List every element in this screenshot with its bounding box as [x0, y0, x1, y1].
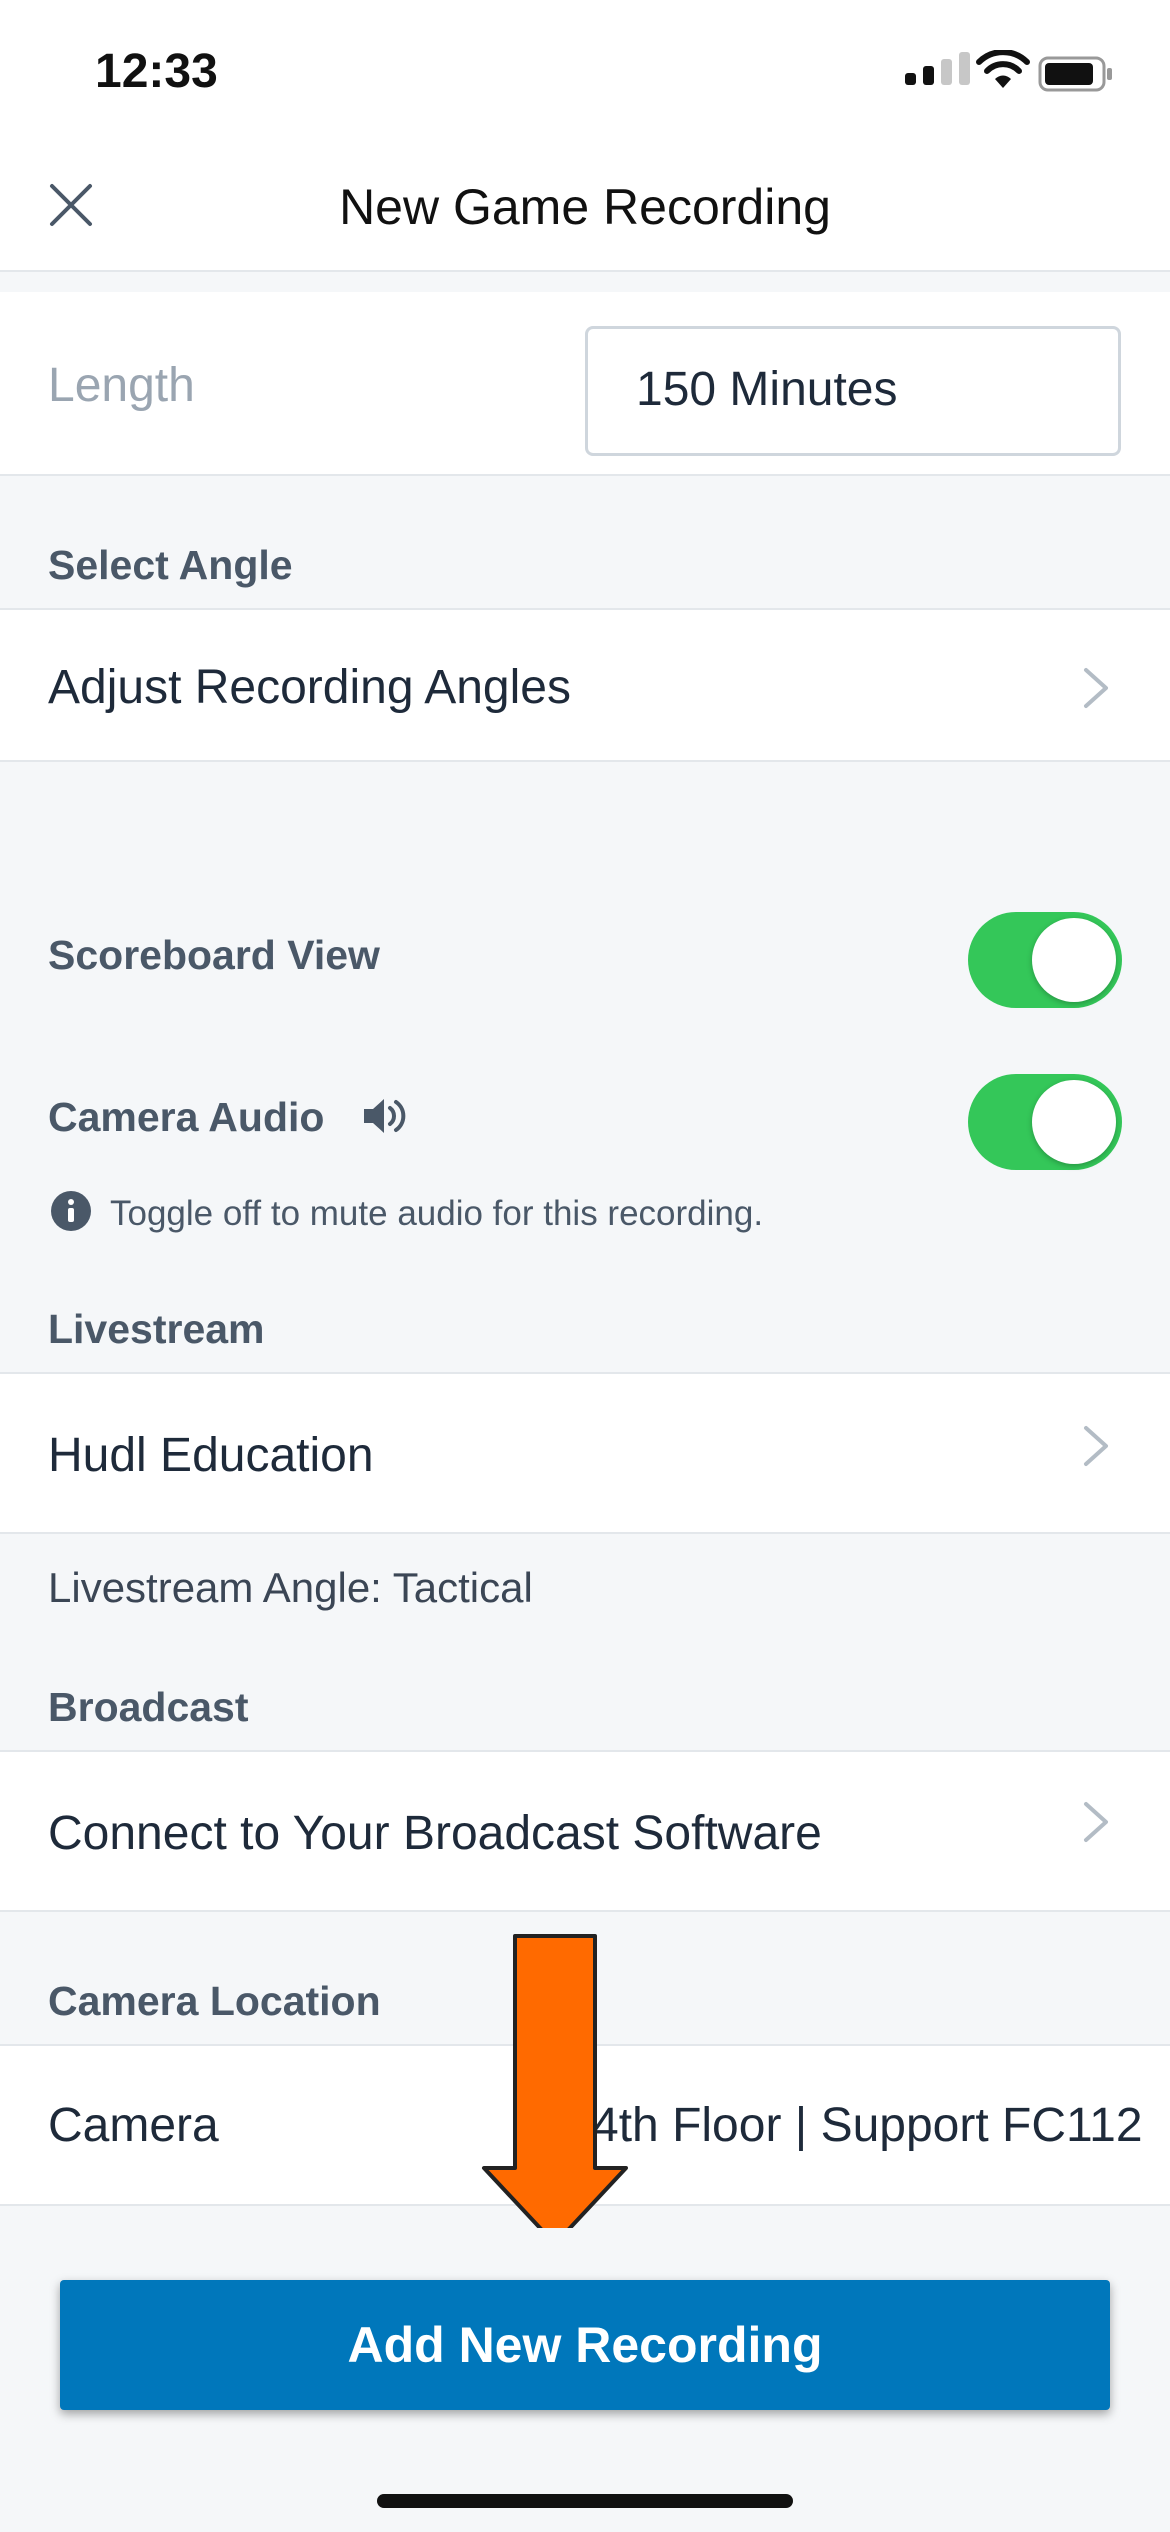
broadcast-header: Broadcast	[48, 1684, 249, 1730]
scoreboard-view-label: Scoreboard View	[48, 932, 380, 978]
camera-audio-toggle[interactable]	[968, 1074, 1122, 1170]
camera-audio-label: Camera Audio	[48, 1094, 325, 1140]
livestream-angle-text: Livestream Angle: Tactical	[48, 1564, 533, 1611]
wifi-icon	[976, 50, 1030, 88]
cellular-signal-icon	[905, 52, 970, 85]
select-angle-header: Select Angle	[48, 542, 293, 588]
page-title: New Game Recording	[339, 179, 831, 235]
camera-label: Camera	[48, 2099, 219, 2152]
info-icon	[51, 1191, 91, 1231]
livestream-label: Hudl Education	[48, 1429, 374, 1482]
speaker-icon	[364, 1099, 406, 1133]
home-indicator	[377, 2494, 793, 2508]
chevron-right-icon	[1084, 1426, 1108, 1466]
length-label: Length	[48, 359, 195, 412]
battery-icon	[1038, 56, 1112, 92]
add-new-recording-button[interactable]: Add New Recording	[60, 2280, 1110, 2410]
broadcast-software-label: Connect to Your Broadcast Software	[48, 1807, 822, 1860]
chevron-right-icon	[1084, 668, 1108, 708]
status-time: 12:33	[95, 45, 218, 98]
livestream-header: Livestream	[48, 1306, 265, 1352]
camera-audio-hint: Toggle off to mute audio for this record…	[110, 1194, 764, 1233]
scoreboard-view-toggle[interactable]	[968, 912, 1122, 1008]
annotation-arrow-down-icon	[482, 1934, 628, 2246]
adjust-recording-angles-label: Adjust Recording Angles	[48, 661, 571, 714]
camera-location-value: 4th Floor | Support FC112	[592, 2099, 1143, 2152]
camera-location-header: Camera Location	[48, 1978, 381, 2024]
chevron-right-icon	[1084, 1802, 1108, 1842]
length-value: 150 Minutes	[636, 363, 898, 416]
